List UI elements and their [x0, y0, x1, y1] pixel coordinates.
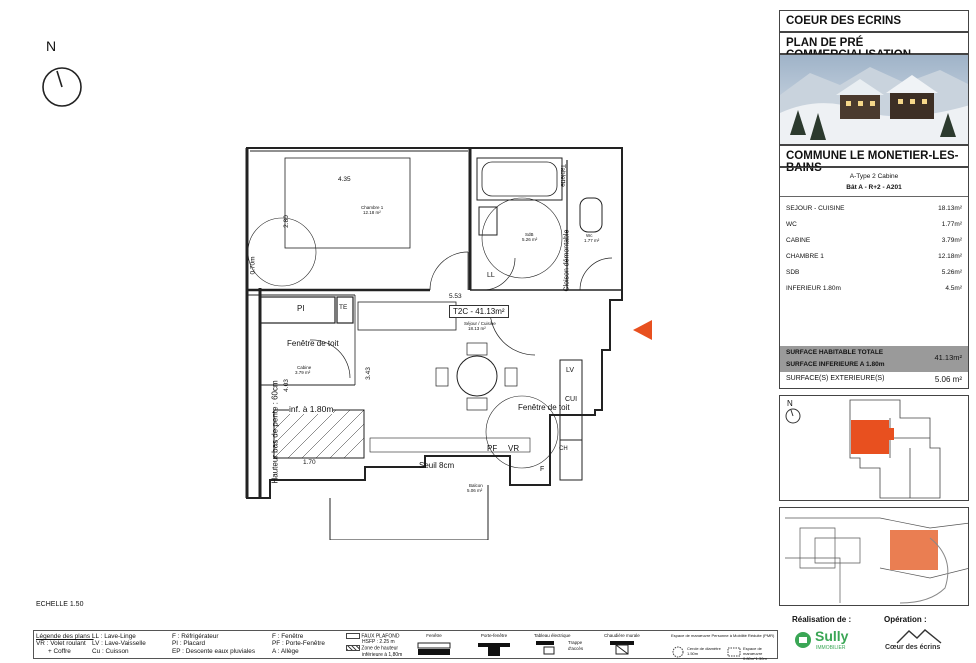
legend-item: F : Fenêtre	[272, 633, 304, 640]
legend-item: A : Allège	[272, 647, 299, 655]
pmr-rect-icon	[727, 647, 741, 657]
legend-item: LL : Lave-Linge	[92, 633, 136, 640]
pmr-circle-icon	[672, 646, 684, 658]
coeur-des-ecrins-logo: Cœur des écrins	[885, 628, 955, 658]
pf-label: PF	[487, 444, 498, 453]
surface-row: WC 1.77m²	[786, 221, 962, 228]
realisation-label: Réalisation de :	[792, 615, 852, 624]
tablette-label: Tablette	[558, 164, 566, 187]
legend-item: + Coffre	[48, 647, 71, 655]
surface-total-block: SURFACE HABITABLE TOTALE 41.13m² SURFACE…	[780, 346, 968, 372]
legend-item: Espace de manœuvre Personne à Mobilité R…	[671, 633, 775, 638]
surface-row: CHAMBRE 1 12.18m²	[786, 253, 962, 260]
dim-5-53: 5.53	[449, 293, 462, 300]
legend-item: PF : Porte-Fenêtre	[272, 640, 325, 648]
te-label: TE	[339, 304, 348, 311]
legend-item: Cercle de diamètre 1.50m	[687, 646, 721, 656]
cloison-label: Cloison démontable	[563, 229, 571, 292]
surface-row: INFERIEUR 1.80m 4.5m²	[786, 285, 962, 292]
legend-title: Légende des plans :	[36, 633, 94, 640]
fenetre-toit-2: Fenêtre de toit	[518, 403, 570, 412]
dim-1-70: 1.70	[303, 459, 316, 466]
surface-inferieure-label: SURFACE INFERIEURE A 1.80m	[786, 361, 885, 368]
surface-row: CABINE 3.79m²	[786, 237, 962, 244]
vr-label: VR	[508, 444, 520, 453]
location-plan-site	[779, 507, 969, 606]
legend-item: Trappe d'accès	[568, 640, 584, 651]
seuil-label: Seuil 8cm	[419, 461, 455, 470]
faux-plafond-swatch-icon	[346, 633, 360, 639]
hauteur-label: Hauteur bas de pente : 60cm	[270, 380, 280, 484]
room-sejour-area: 18.13 m²	[468, 326, 486, 331]
surface-row: SEJOUR - CUISINE 18.13m²	[786, 205, 962, 212]
ch-label: CH	[559, 446, 568, 452]
sully-logo: Sully IMMOBILIER	[794, 627, 864, 657]
lot-line: Bât A - R+2 - A201	[846, 184, 902, 191]
legend-item: F : Réfrigérateur	[172, 633, 219, 640]
surface-row: SDB 5.26m²	[786, 269, 962, 276]
mini-compass-icon	[785, 408, 801, 424]
legend-item: LV : Lave-Vaisselle	[92, 640, 146, 648]
window-symbol-icon	[417, 642, 451, 655]
legend-box: Légende des plans : VR : Volet roulant +…	[33, 630, 778, 661]
ll-label: LL	[487, 272, 495, 279]
surface-table: A-Type 2 Cabine Bât A - R+2 - A201 SEJOU…	[779, 167, 969, 389]
location-plan-building: N	[779, 395, 969, 501]
zone-swatch-icon	[346, 645, 360, 652]
sully-logo-icon	[795, 632, 811, 648]
chaudiere-symbol-icon	[610, 641, 634, 655]
f-label: F	[540, 466, 545, 473]
room-balcon-area: 5.06 m²	[467, 488, 483, 493]
room-cabine-area: 3.79 m²	[295, 370, 311, 375]
room-sdb-area: 5.26 m²	[522, 237, 538, 242]
building-render	[779, 54, 969, 145]
cui-label: CUI	[565, 396, 578, 403]
room-chambre-area: 12.18 m²	[363, 210, 381, 215]
dim-4-35: 4.35	[338, 176, 351, 183]
type-line: A-Type 2 Cabine	[849, 173, 899, 180]
legend-item: inférieure à 1,80m	[362, 651, 403, 658]
legend-item: PI : Placard	[172, 640, 206, 648]
room-wc-area: 1.77 m²	[584, 238, 600, 243]
legend-item: Zone de hauteur	[361, 645, 399, 652]
pi-label: PI	[297, 304, 305, 313]
north-label: N	[46, 38, 57, 54]
scale-label: ECHELLE 1.50	[36, 601, 84, 608]
legend-item: VR : Volet roulant	[36, 640, 86, 648]
fenetre-toit-1: Fenêtre de toit	[287, 339, 339, 348]
dim-3-43: 3.43	[364, 367, 372, 380]
operation-label: Opération :	[884, 615, 927, 624]
commune-title: COMMUNE LE MONETIER-LES-BAINS	[779, 145, 969, 174]
compass-icon	[42, 67, 82, 107]
cartouche-title-2: PLAN DE PRÉ COMMERCIALISATION	[779, 32, 969, 61]
surface-ext-row: SURFACE(S) EXTERIEURE(S) 5.06 m²	[786, 375, 962, 384]
porte-fenetre-symbol-icon	[478, 643, 510, 656]
entry-arrow-icon	[633, 320, 652, 340]
surface-badge: T2C - 41.13m²	[449, 305, 509, 318]
inf-180-label: inf. à 1.80m	[289, 404, 334, 414]
dim-4-03: 4.03	[282, 379, 290, 392]
lv-label: LV	[566, 367, 575, 374]
mountain-logo-icon	[896, 629, 942, 644]
cartouche-title-1: COEUR DES ECRINS	[779, 10, 969, 32]
legend-item: Espace de manœuvre 0.80m*1.30m	[743, 646, 767, 661]
dim-2-80: 2.80	[282, 215, 290, 228]
surface-habitable-label: SURFACE HABITABLE TOTALE	[786, 349, 884, 356]
legend-item: Cu : Cuisson	[92, 647, 129, 655]
legend-item: EP : Descente eaux pluviales	[172, 647, 256, 655]
dim-0-70: 0.70m	[249, 256, 257, 275]
